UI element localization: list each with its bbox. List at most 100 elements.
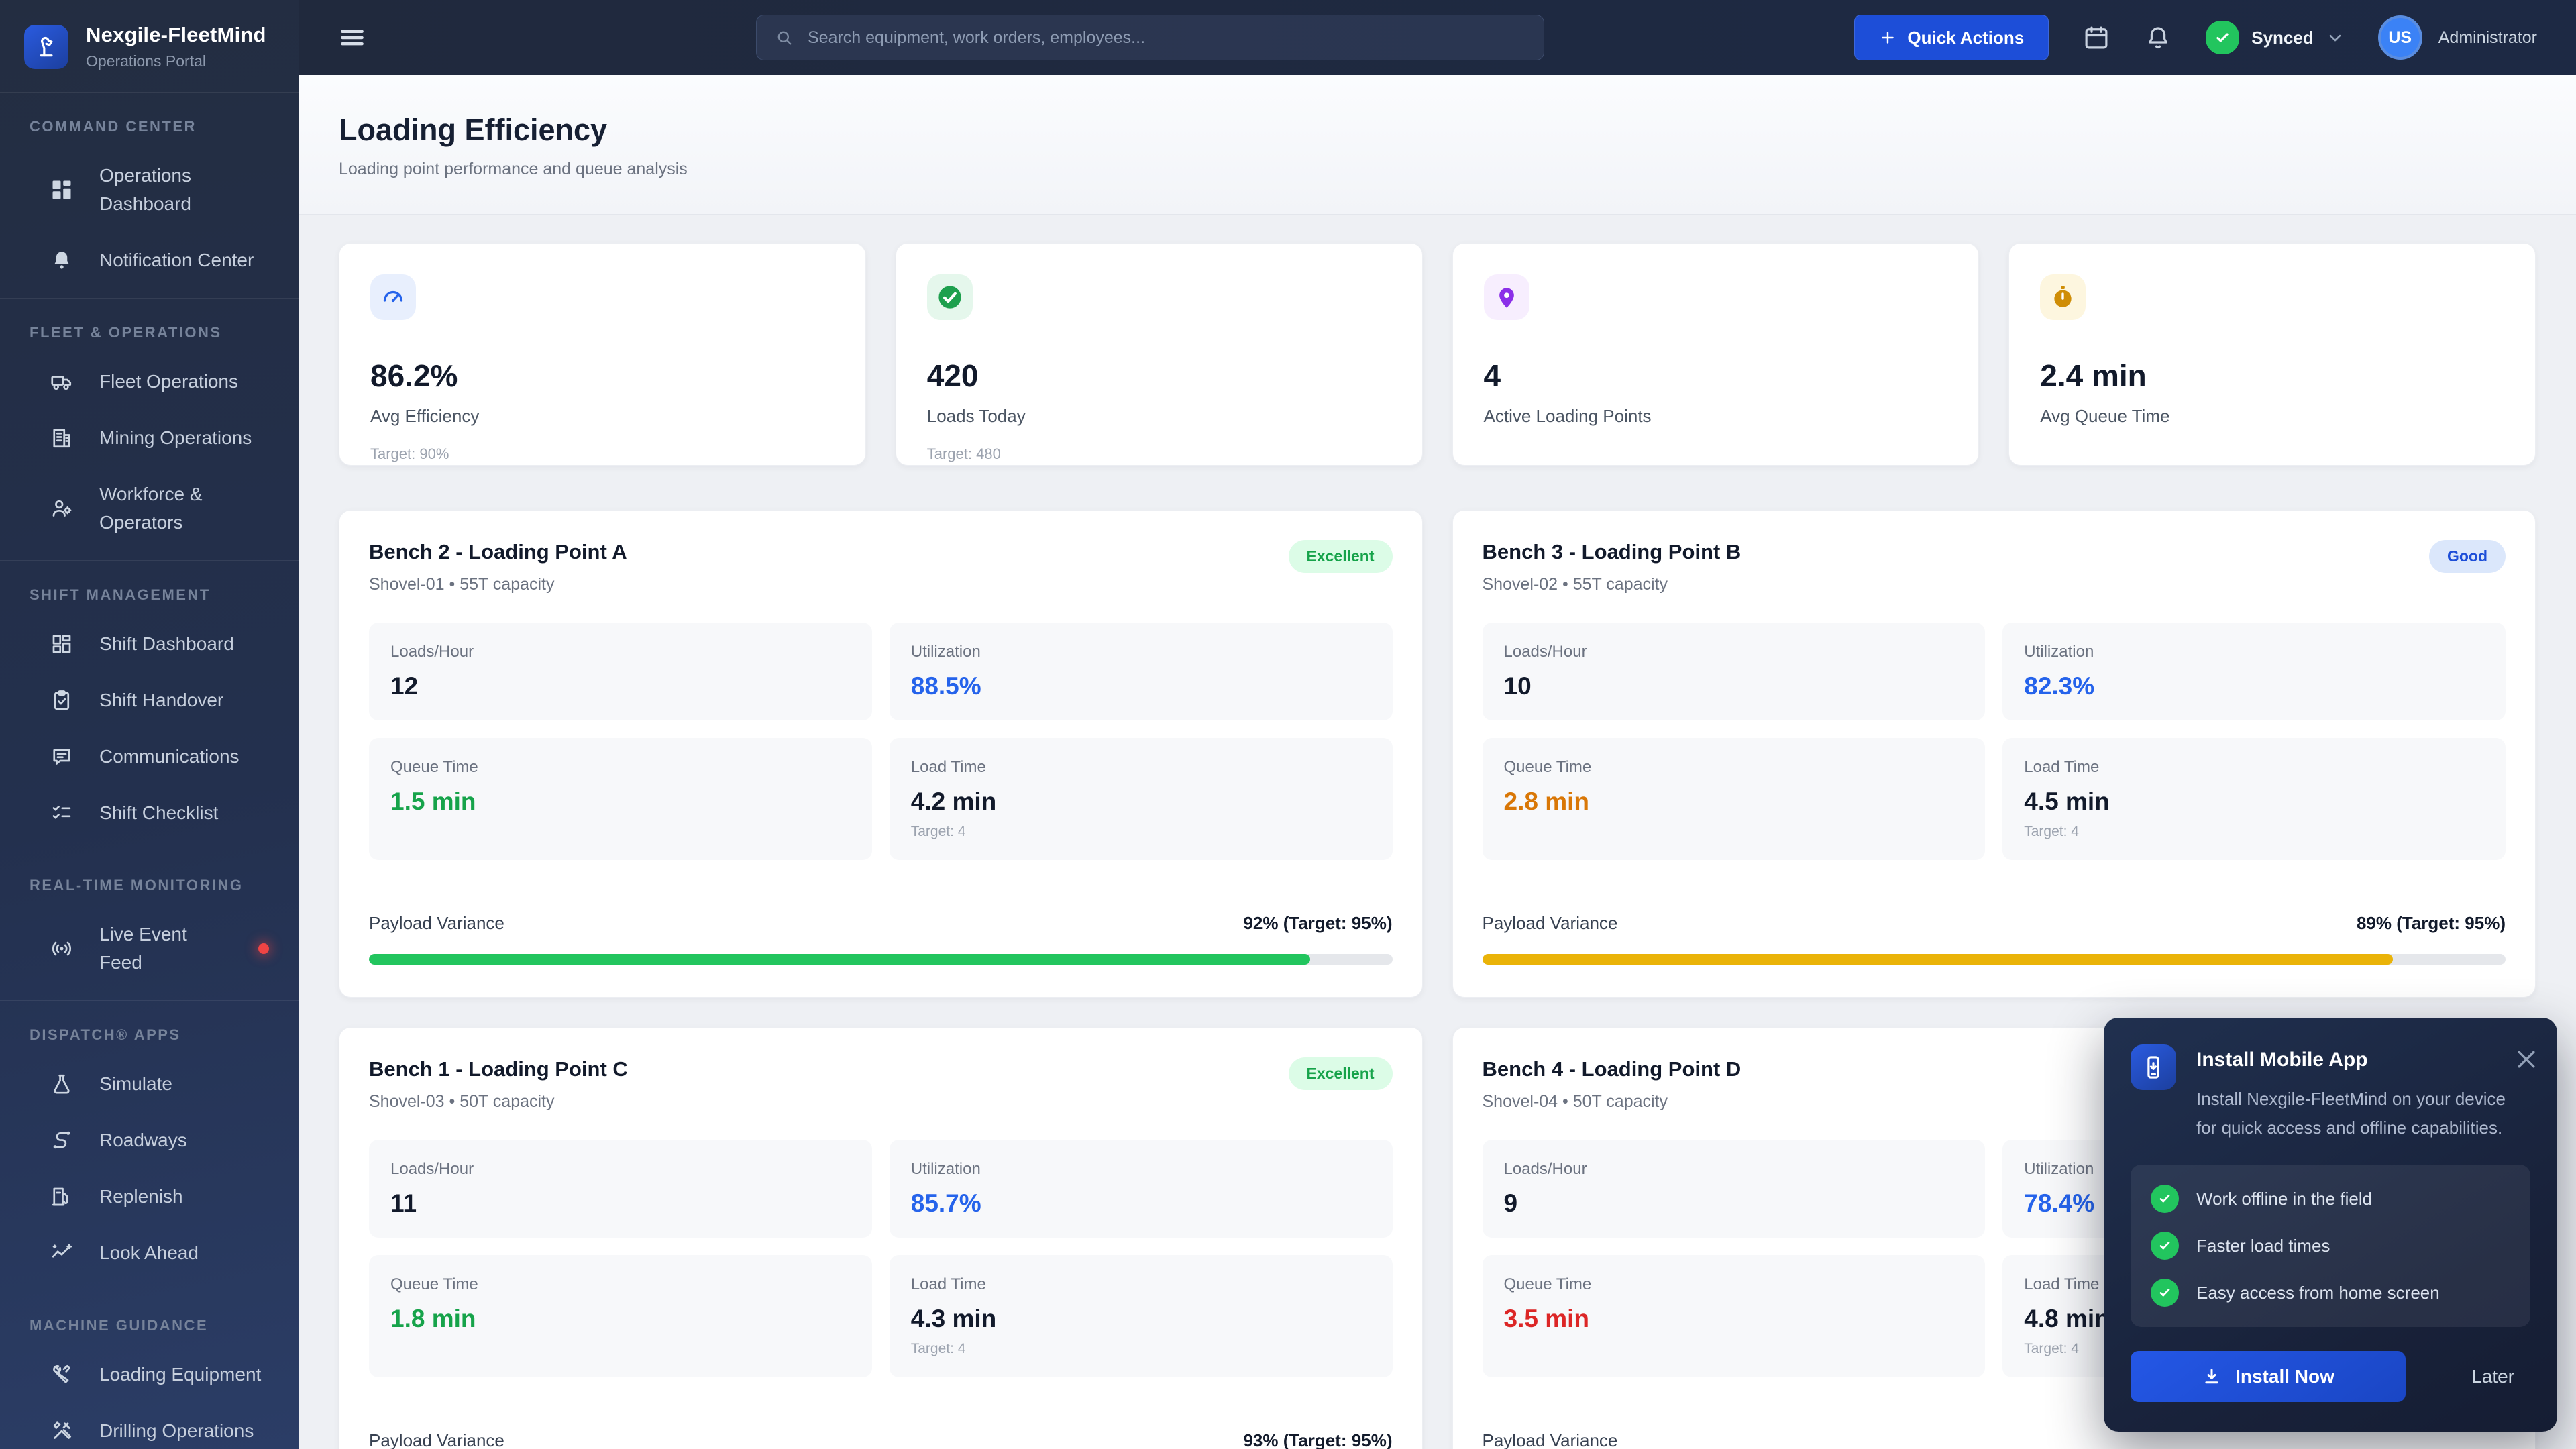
metric-utilization: Utilization 85.7% <box>889 1140 1393 1238</box>
kpi-value: 2.4 min <box>2040 358 2147 393</box>
metric-label: Loads/Hour <box>1503 1160 1587 1178</box>
metric-load-time: Load Time 4.3 min Target: 4 <box>889 1255 1393 1377</box>
clipboard-check-icon <box>50 688 74 712</box>
metric-value: 1.8 min <box>390 1305 476 1332</box>
sidebar-item-simulate[interactable]: Simulate <box>0 1056 299 1112</box>
sidebar-item-look-ahead[interactable]: Look Ahead <box>0 1225 299 1281</box>
sidebar-item-live-event-feed[interactable]: Live Event Feed <box>0 906 299 991</box>
quick-actions-label: Quick Actions <box>1907 27 2025 48</box>
close-icon[interactable] <box>2513 1046 2540 1073</box>
metric-load-time: Load Time 4.5 min Target: 4 <box>2002 738 2506 860</box>
metric-label: Queue Time <box>1503 758 1592 776</box>
feature-item: Easy access from home screen <box>2151 1279 2510 1307</box>
bench-header: Bench 1 - Loading Point C Shovel-03 • 50… <box>369 1057 1393 1112</box>
bench-title: Bench 1 - Loading Point C <box>369 1057 628 1081</box>
kpi-target: Target: 480 <box>926 445 1001 462</box>
sidebar-item-communications[interactable]: Communications <box>0 729 299 785</box>
metric-label: Load Time <box>910 758 986 776</box>
quick-actions-button[interactable]: Quick Actions <box>1854 15 2049 60</box>
later-button[interactable]: Later <box>2455 1366 2530 1387</box>
calendar-icon[interactable] <box>2082 23 2110 52</box>
metric-value: 9 <box>1503 1189 1518 1217</box>
sidebar-section-realtime-monitoring: REAL-TIME MONITORING Live Event Feed <box>0 851 299 1000</box>
topbar: Quick Actions Synced US Administrator <box>299 0 2576 75</box>
checklist-icon <box>50 801 74 825</box>
sidebar-item-notification-center[interactable]: Notification Center <box>0 232 299 288</box>
metric-label: Utilization <box>910 1160 981 1178</box>
sidebar-item-replenish[interactable]: Replenish <box>0 1169 299 1225</box>
status-badge: Good <box>2428 540 2506 573</box>
sidebar-item-label: Live Event Feed <box>99 924 187 973</box>
grid-icon <box>50 632 74 656</box>
sync-status[interactable]: Synced <box>2206 21 2345 54</box>
metric-value: 85.7% <box>910 1189 981 1217</box>
kpi-label: Active Loading Points <box>1483 406 1652 426</box>
sidebar-item-label: Mining Operations <box>99 427 252 448</box>
sidebar-item-shift-dashboard[interactable]: Shift Dashboard <box>0 616 299 672</box>
install-now-button[interactable]: Install Now <box>2131 1351 2406 1402</box>
robot-arm-icon <box>34 34 59 60</box>
user-menu[interactable]: US Administrator <box>2377 15 2537 60</box>
bench-card-loading-point-a: Bench 2 - Loading Point A Shovel-01 • 55… <box>339 510 1423 998</box>
search-input[interactable] <box>756 15 1544 60</box>
section-label: FLEET & OPERATIONS <box>30 324 222 341</box>
sidebar-item-label: Drilling Operations <box>99 1420 254 1441</box>
sidebar-item-shift-checklist[interactable]: Shift Checklist <box>0 785 299 841</box>
app-branding: Nexgile-FleetMind Operations Portal <box>0 0 299 92</box>
sidebar-item-fleet-operations[interactable]: Fleet Operations <box>0 354 299 410</box>
status-badge: Excellent <box>1288 540 1393 573</box>
unread-dot <box>258 943 269 954</box>
sidebar-item-shift-handover[interactable]: Shift Handover <box>0 672 299 729</box>
bell-icon <box>50 248 74 272</box>
progress-fill <box>1482 954 2394 965</box>
trend-sparkle-icon <box>50 1241 74 1265</box>
kpi-row: 86.2% Avg Efficiency Target: 90% 420 Loa… <box>339 243 2536 466</box>
app-subtitle: Operations Portal <box>86 52 206 70</box>
bench-subtitle: Shovel-04 • 50T capacity <box>1482 1092 1668 1111</box>
status-badge: Excellent <box>1288 1057 1393 1090</box>
section-label: COMMAND CENTER <box>30 118 197 135</box>
bench-card-loading-point-b: Bench 3 - Loading Point B Shovel-02 • 55… <box>1452 510 2536 998</box>
payload-variance-row: Payload Variance <box>1483 1430 2506 1449</box>
feature-item: Faster load times <box>2151 1232 2510 1260</box>
payload-label: Payload Variance <box>369 1430 504 1449</box>
phone-download-icon <box>2131 1044 2176 1090</box>
metric-value: 1.5 min <box>390 788 476 815</box>
check-circle-icon <box>2151 1232 2179 1260</box>
bell-icon[interactable] <box>2144 23 2172 52</box>
page-header: Loading Efficiency Loading point perform… <box>299 75 2576 215</box>
app-name-block: Nexgile-FleetMind Operations Portal <box>86 23 266 70</box>
metric-queue-time: Queue Time 3.5 min <box>1482 1255 1986 1377</box>
page-subtitle: Loading point performance and queue anal… <box>339 160 688 178</box>
metric-label: Load Time <box>2024 758 2100 776</box>
menu-icon[interactable] <box>337 23 367 52</box>
sidebar-item-drilling-operations[interactable]: Drilling Operations <box>0 1403 299 1449</box>
sidebar-item-label: Roadways <box>99 1130 187 1150</box>
bench-title: Bench 2 - Loading Point A <box>369 540 627 564</box>
sidebar-item-loading-equipment[interactable]: Loading Equipment <box>0 1346 299 1403</box>
page-title: Loading Efficiency <box>339 113 608 147</box>
app-logo <box>24 24 68 69</box>
sidebar-section-command-center: COMMAND CENTER Operations Dashboard Noti… <box>0 93 299 298</box>
feature-label: Easy access from home screen <box>2196 1282 2440 1303</box>
metric-value: 4.2 min <box>910 788 997 815</box>
sidebar-item-operations-dashboard[interactable]: Operations Dashboard <box>0 148 299 232</box>
modal-text-block: Install Mobile App Install Nexgile-Fleet… <box>2196 1044 2518 1143</box>
sidebar-item-roadways[interactable]: Roadways <box>0 1112 299 1169</box>
sidebar-item-label: Shift Dashboard <box>99 633 234 654</box>
metric-label: Loads/Hour <box>390 1160 474 1178</box>
feature-item: Work offline in the field <box>2151 1185 2510 1213</box>
feature-label: Work offline in the field <box>2196 1188 2373 1209</box>
metric-utilization: Utilization 88.5% <box>889 623 1393 720</box>
metric-queue-time: Queue Time 2.8 min <box>1482 738 1986 860</box>
bench-subtitle: Shovel-03 • 50T capacity <box>369 1092 555 1111</box>
sidebar-item-workforce-operators[interactable]: Workforce & Operators <box>0 466 299 551</box>
bench-title: Bench 3 - Loading Point B <box>1482 540 1741 564</box>
payload-value: 93% (Target: 95%) <box>1243 1430 1393 1449</box>
metric-value: 4.3 min <box>910 1305 997 1332</box>
broadcast-icon <box>50 936 74 961</box>
metric-value: 11 <box>390 1189 417 1217</box>
kpi-card-avg-efficiency: 86.2% Avg Efficiency Target: 90% <box>339 243 866 466</box>
global-search <box>756 15 1544 60</box>
sidebar-item-mining-operations[interactable]: Mining Operations <box>0 410 299 466</box>
